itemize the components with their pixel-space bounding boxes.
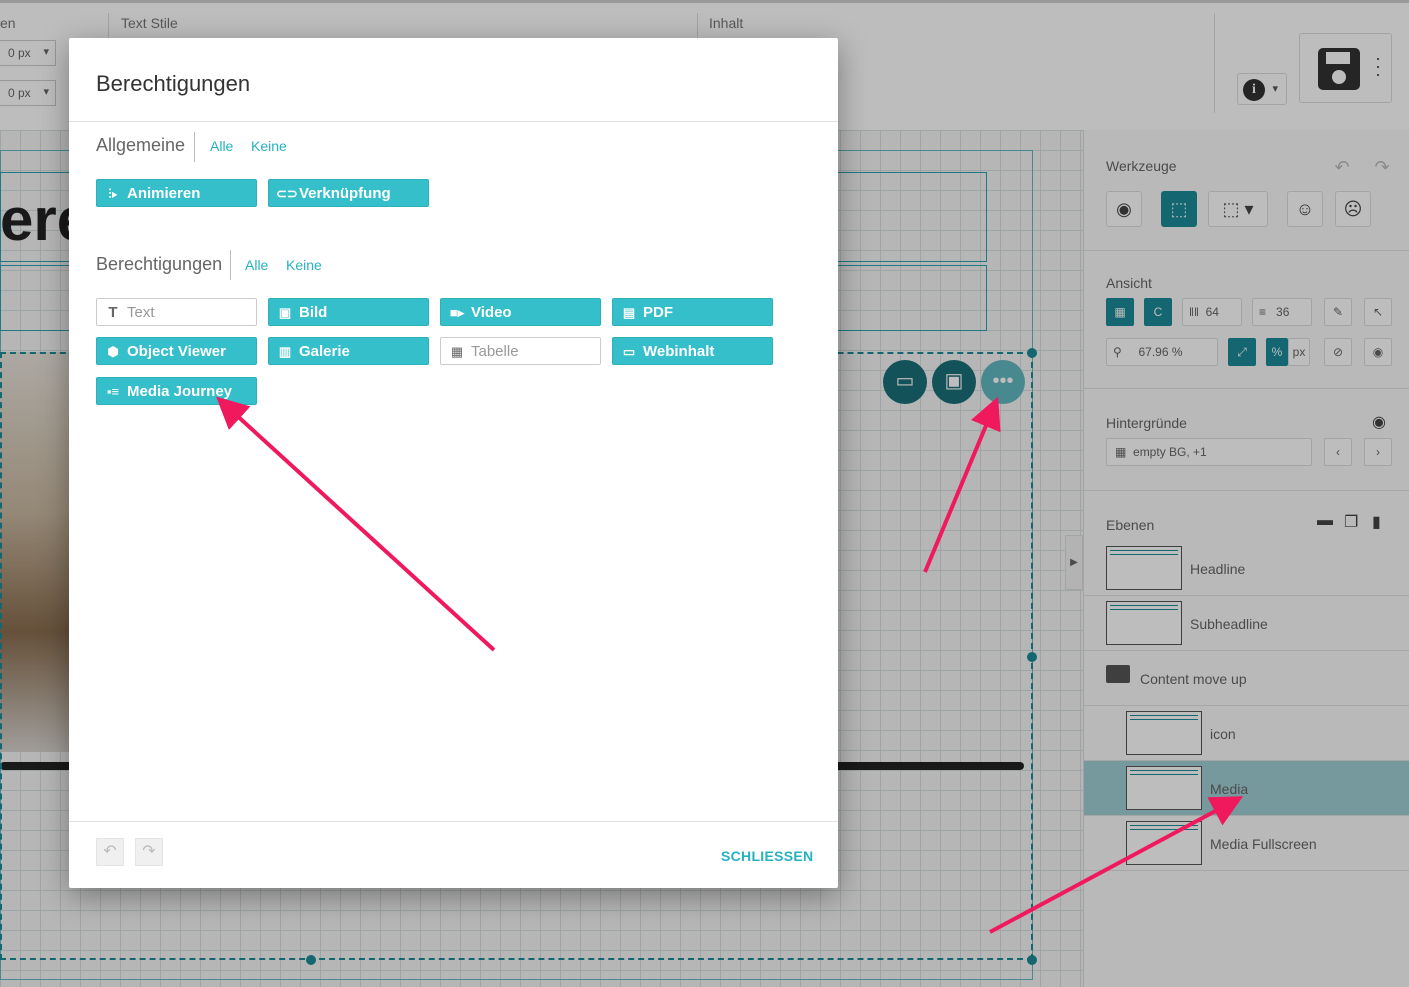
permission-label: Bild — [299, 304, 328, 321]
permission-label: Animieren — [127, 185, 201, 202]
permission-media-journey[interactable]: ▪≡ Media Journey — [96, 377, 257, 405]
undo-button[interactable]: ↶ — [96, 838, 124, 866]
pdf-icon: ▤ — [622, 305, 636, 320]
permission-galerie[interactable]: ▥ Galerie — [268, 337, 429, 365]
permission-pdf[interactable]: ▤ PDF — [612, 298, 773, 326]
table-icon: ▦ — [450, 344, 464, 359]
permission-label: Video — [471, 304, 512, 321]
permissions-select-none-link[interactable]: Keine — [286, 257, 322, 273]
permissions-group-label: Berechtigungen — [96, 254, 223, 274]
cube-icon: ⬢ — [107, 344, 119, 359]
redo-button[interactable]: ↷ — [135, 838, 163, 866]
animate-icon: ⫶▸ — [108, 186, 118, 201]
permissions-dialog: Berechtigungen Allgemeine Alle Keine ⫶▸ A… — [69, 38, 838, 888]
link-icon: ⊂⊃ — [276, 186, 298, 201]
permission-animieren[interactable]: ⫶▸ Animieren — [96, 179, 257, 207]
permission-label: Verknüpfung — [299, 185, 391, 202]
group-separator — [230, 250, 231, 280]
permission-label: Webinhalt — [643, 343, 715, 360]
permission-label: Galerie — [299, 343, 350, 360]
gallery-icon: ▥ — [278, 344, 292, 359]
permission-label: Object Viewer — [127, 343, 226, 360]
permission-label: Tabelle — [471, 343, 519, 360]
image-icon: ▣ — [278, 305, 292, 320]
close-button[interactable]: SCHLIESSEN — [721, 848, 813, 864]
permission-verknuepfung[interactable]: ⊂⊃ Verknüpfung — [268, 179, 429, 207]
redo-icon: ↷ — [142, 843, 156, 860]
general-select-none-link[interactable]: Keine — [251, 138, 287, 154]
permission-webinhalt[interactable]: ▭ Webinhalt — [612, 337, 773, 365]
permission-label: Text — [127, 304, 155, 321]
permission-video[interactable]: ■▸ Video — [440, 298, 601, 326]
media-journey-icon: ▪≡ — [106, 384, 120, 399]
general-select-all-link[interactable]: Alle — [210, 138, 233, 154]
permission-label: Media Journey — [127, 383, 233, 400]
general-group-label: Allgemeine — [96, 135, 186, 155]
permission-label: PDF — [643, 304, 673, 321]
permission-text[interactable]: T Text — [96, 298, 257, 326]
video-icon: ■▸ — [449, 305, 465, 320]
permission-object-viewer[interactable]: ⬢ Object Viewer — [96, 337, 257, 365]
permission-bild[interactable]: ▣ Bild — [268, 298, 429, 326]
undo-icon: ↶ — [103, 843, 117, 860]
permission-tabelle[interactable]: ▦ Tabelle — [440, 337, 601, 365]
dialog-title: Berechtigungen — [96, 71, 251, 96]
web-icon: ▭ — [622, 344, 636, 359]
permissions-select-all-link[interactable]: Alle — [245, 257, 268, 273]
text-icon: T — [108, 304, 118, 321]
dialog-divider — [69, 121, 838, 122]
group-separator — [194, 132, 195, 162]
dialog-footer-divider — [69, 821, 838, 822]
